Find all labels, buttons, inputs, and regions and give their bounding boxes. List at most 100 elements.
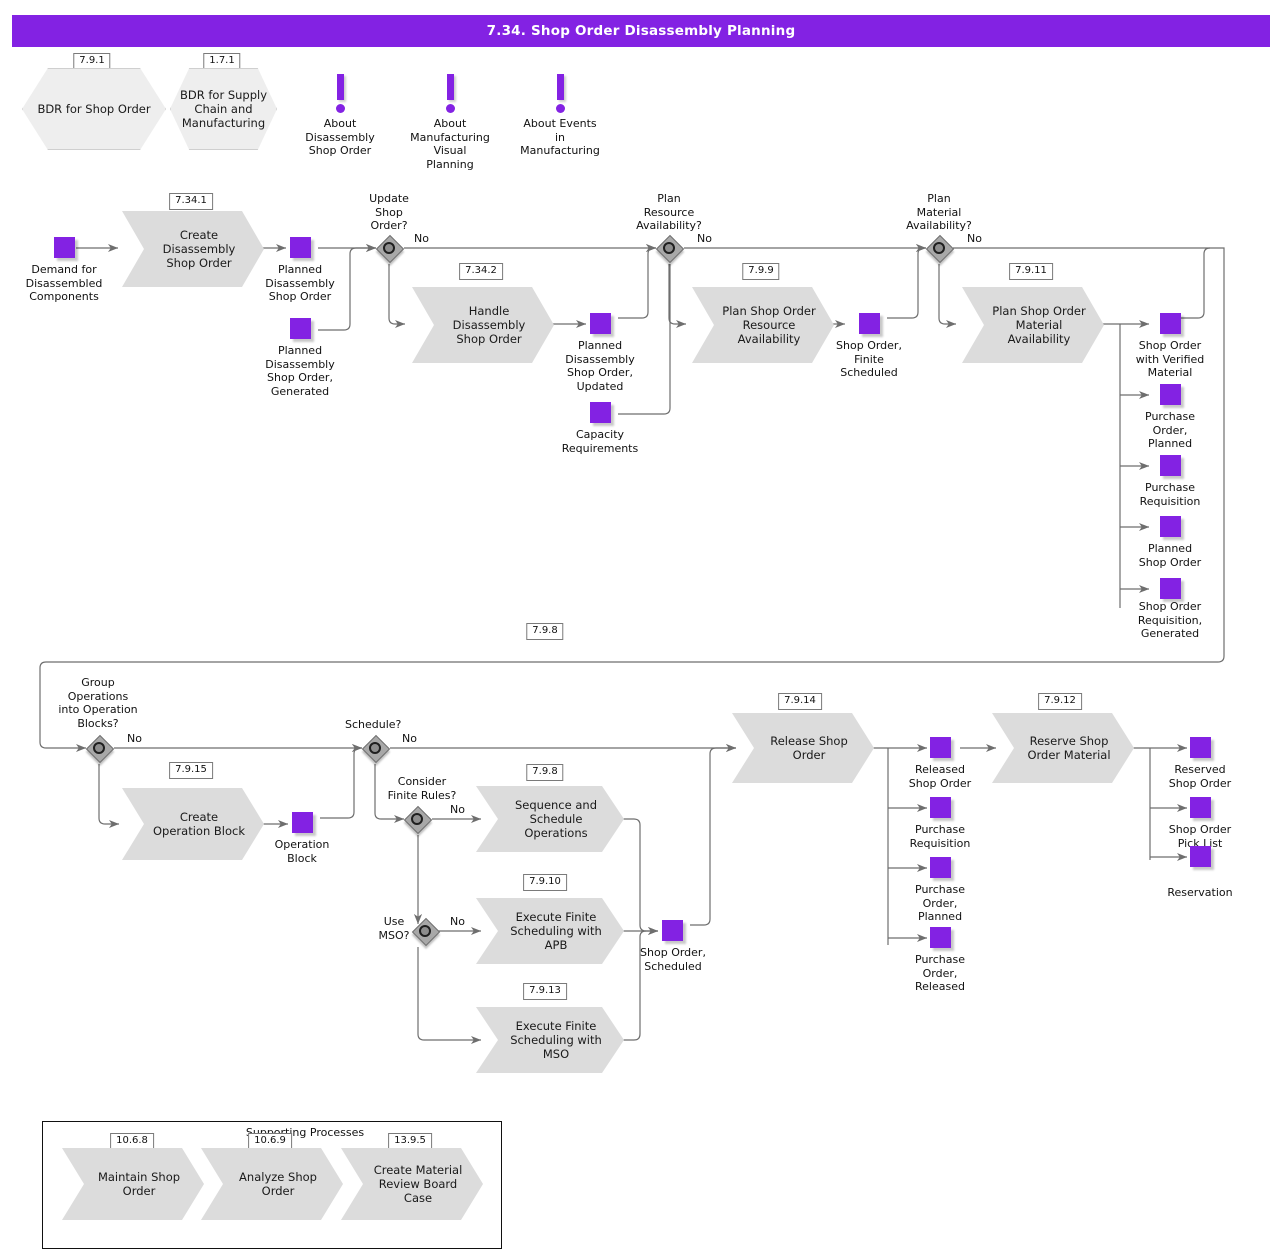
object-label: Purchase Requisition <box>909 823 971 850</box>
object-demand-for-disassembled-components[interactable] <box>54 237 75 258</box>
object-label: Reservation <box>1167 886 1233 899</box>
object-purchase-requisition[interactable] <box>1160 455 1181 476</box>
exclamation-icon <box>552 74 568 113</box>
object-label: Purchase Requisition <box>1139 481 1201 508</box>
process-id-tag: 7.9.14 <box>778 693 822 710</box>
gateway-branch-label: No <box>127 732 142 745</box>
object-purchase-order-planned[interactable] <box>1160 384 1181 405</box>
gateway-label-group-operations-into-operation-blocks: Group Operations into Operation Blocks? <box>58 676 138 730</box>
process-label: Analyze Shop Order <box>239 1170 317 1198</box>
page-title: 7.34. Shop Order Disassembly Planning <box>12 15 1270 47</box>
gateway-label-schedule: Schedule? <box>345 718 402 731</box>
process-label: Handle Disassembly Shop Order <box>452 304 526 346</box>
gateway-plan-material-availability[interactable] <box>925 234 955 264</box>
object-released-shop-order[interactable] <box>930 737 951 758</box>
object-shop-order-finite-scheduled[interactable] <box>859 313 880 334</box>
process-id-tag: 13.9.5 <box>388 1133 432 1150</box>
process-id-tag: 7.34.2 <box>459 263 503 280</box>
bdr-shop-order-label: BDR for Shop Order <box>37 102 151 116</box>
process-id-tag: 7.9.13 <box>523 983 567 1000</box>
gateway-label-plan-material-availability: Plan Material Availability? <box>906 192 972 232</box>
gateway-label-plan-resource-availability: Plan Resource Availability? <box>636 192 702 232</box>
gateway-label-update-shop-order: Update Shop Order? <box>369 192 409 232</box>
process-reserve-shop-order-material[interactable]: Reserve Shop Order Material <box>992 713 1134 783</box>
object-label: Purchase Order, Planned <box>1145 410 1195 450</box>
object-label: Released Shop Order <box>908 763 972 790</box>
process-release-shop-order[interactable]: Release Shop Order <box>732 713 874 783</box>
gateway-update-shop-order[interactable] <box>375 234 405 264</box>
process-plan-shop-order-resource-availability[interactable]: Plan Shop Order Resource Availability <box>692 287 834 363</box>
process-id-tag: 7.9.15 <box>169 762 213 779</box>
process-label: Plan Shop Order Material Availability <box>992 304 1086 346</box>
object-capacity-requirements[interactable] <box>590 402 611 423</box>
process-sequence-and-schedule-operations[interactable]: Sequence and Schedule Operations <box>476 786 624 852</box>
object-label: Purchase Order, Released <box>915 953 965 993</box>
process-label: Create Material Review Board Case <box>373 1163 463 1205</box>
object-label: Shop Order, Finite Scheduled <box>836 339 902 379</box>
object-label: Planned Disassembly Shop Order, Updated <box>565 339 635 393</box>
process-id-tag: 7.9.8 <box>526 764 564 781</box>
gateway-schedule[interactable] <box>361 734 391 764</box>
object-label: Purchase Order, Planned <box>915 883 965 923</box>
process-id-tag: 7.9.11 <box>1009 263 1053 280</box>
object-label: Capacity Requirements <box>561 428 639 455</box>
diagram-canvas: 7.34. Shop Order Disassembly Planning 7.… <box>0 0 1282 1260</box>
process-handle-disassembly-shop-order[interactable]: Handle Disassembly Shop Order <box>412 287 554 363</box>
object-label: Shop Order with Verified Material <box>1135 339 1205 379</box>
object-planned-disassembly-shop-order-generated[interactable] <box>290 318 311 339</box>
exclamation-icon <box>332 74 348 113</box>
bdr-supply-chain-label: BDR for Supply Chain and Manufacturing <box>179 88 268 130</box>
exclamation-icon <box>442 74 458 113</box>
note-about-events-in-manufacturing[interactable]: About Events in Manufacturing <box>496 117 624 158</box>
object-purchase-requisition[interactable] <box>930 797 951 818</box>
object-reservation[interactable] <box>1190 846 1211 867</box>
process-id-tag: 7.9.8 <box>526 623 564 640</box>
process-label: Execute Finite Scheduling with APB <box>510 910 602 952</box>
process-execute-finite-scheduling-with-mso[interactable]: Execute Finite Scheduling with MSO <box>476 1007 624 1073</box>
object-planned-disassembly-shop-order[interactable] <box>290 237 311 258</box>
process-label: Execute Finite Scheduling with MSO <box>510 1019 602 1061</box>
note-about-manufacturing-visual-planning[interactable]: About Manufacturing Visual Planning <box>387 117 513 171</box>
process-create-operation-block[interactable]: Create Operation Block <box>122 788 264 860</box>
process-id-tag: 7.9.10 <box>523 874 567 891</box>
process-label: Maintain Shop Order <box>97 1170 181 1198</box>
object-label: Shop Order Requisition, Generated <box>1137 600 1203 640</box>
gateway-label-consider-finite-rules: Consider Finite Rules? <box>387 775 457 802</box>
gateway-branch-label: No <box>450 915 465 928</box>
process-label: Plan Shop Order Resource Availability <box>722 304 816 346</box>
object-purchase-order-released[interactable] <box>930 927 951 948</box>
object-planned-shop-order[interactable] <box>1160 516 1181 537</box>
gateway-consider-finite-rules[interactable] <box>403 805 433 835</box>
gateway-branch-label: No <box>697 232 712 245</box>
gateway-branch-label: No <box>402 732 417 745</box>
object-label: Demand for Disassembled Components <box>25 263 103 303</box>
object-label: Reserved Shop Order <box>1168 763 1232 790</box>
gateway-plan-resource-availability[interactable] <box>655 234 685 264</box>
process-id-tag: 7.34.1 <box>169 193 213 210</box>
process-id-tag: 7.9.12 <box>1038 693 1082 710</box>
object-shop-order-pick-list[interactable] <box>1190 797 1211 818</box>
process-plan-shop-order-material-availability[interactable]: Plan Shop Order Material Availability <box>962 287 1104 363</box>
process-execute-finite-scheduling-with-apb[interactable]: Execute Finite Scheduling with APB <box>476 898 624 964</box>
bdr-supply-chain-manufacturing[interactable]: BDR for Supply Chain and Manufacturing <box>170 68 277 150</box>
object-label: Planned Shop Order <box>1138 542 1202 569</box>
object-shop-order-requisition-generated[interactable] <box>1160 578 1181 599</box>
process-label: Create Operation Block <box>153 810 245 838</box>
object-reserved-shop-order[interactable] <box>1190 737 1211 758</box>
object-purchase-order-planned[interactable] <box>930 857 951 878</box>
process-id-tag: 10.6.9 <box>248 1133 292 1150</box>
object-label: Planned Disassembly Shop Order <box>265 263 335 303</box>
object-shop-order-scheduled[interactable] <box>662 920 683 941</box>
process-label: Create Disassembly Shop Order <box>162 228 236 270</box>
connector-layer <box>39 243 1225 1045</box>
process-label: Sequence and Schedule Operations <box>514 798 598 840</box>
object-operation-block[interactable] <box>292 812 313 833</box>
process-label: Release Shop Order <box>770 734 848 762</box>
object-shop-order-with-verified-material[interactable] <box>1160 313 1181 334</box>
note-about-disassembly-shop-order[interactable]: About Disassembly Shop Order <box>280 117 400 158</box>
gateway-branch-label: No <box>450 803 465 816</box>
bdr-shop-order[interactable]: BDR for Shop Order <box>22 68 166 150</box>
gateway-group-operations-into-operation-blocks[interactable] <box>85 734 115 764</box>
gateway-use-mso[interactable] <box>411 917 441 947</box>
object-planned-disassembly-shop-order-updated[interactable] <box>590 313 611 334</box>
